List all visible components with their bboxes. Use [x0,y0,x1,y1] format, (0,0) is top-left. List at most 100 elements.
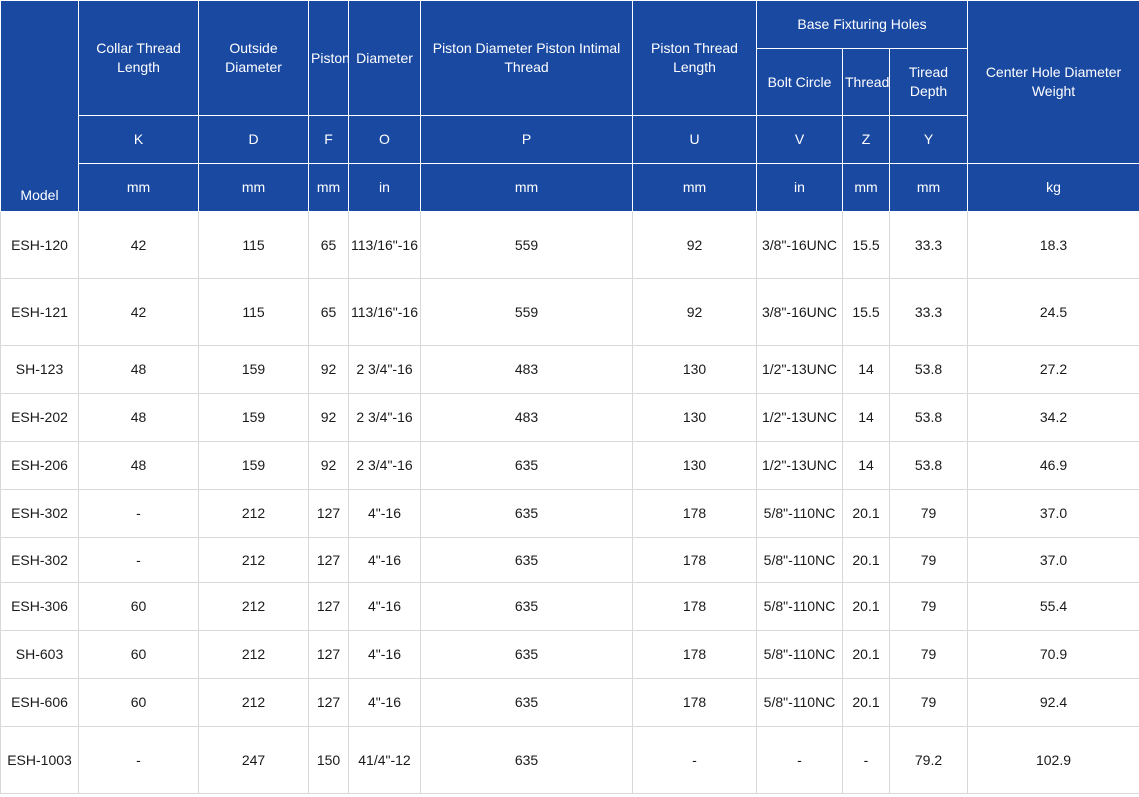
header-bolt-circle: Bolt Circle [756,48,843,116]
cell-piston-thread-length: 178 [632,489,757,538]
cell-center-hole-weight: 102.9 [967,726,1139,794]
header-outside-diameter: Outside Diameter [198,0,309,116]
cell-piston-thread-length: 130 [632,393,757,442]
cell-piston: 127 [308,630,349,679]
cell-piston-thread-length: 92 [632,211,757,279]
header-symbol: F [308,115,349,164]
header-model: Model [0,0,79,212]
cell-model: ESH-120 [0,211,79,279]
cell-center-hole-weight: 37.0 [967,537,1139,583]
header-unit: mm [888,163,969,212]
cell-collar-thread-length: 60 [78,582,199,631]
table-row: ESH-606 60 212 127 4"-16 635 178 5/8"-110NC 20.1… [0,678,1139,727]
cell-model: ESH-302 [0,489,79,538]
cell-center-hole-weight: 92.4 [967,678,1139,727]
header-unit: in [756,163,843,212]
header-symbol: D [198,115,309,164]
cell-diameter: 4"-16 [348,630,421,679]
cell-piston: 150 [308,726,349,794]
cell-model: ESH-606 [0,678,79,727]
cell-piston-thread-length: 178 [632,678,757,727]
cell-outside-diameter: 212 [198,582,309,631]
cell-piston-intimal-thread: 635 [420,630,633,679]
cell-outside-diameter: 159 [198,441,309,490]
cell-piston-thread-length: 92 [632,278,757,346]
table-row: ESH-1003-247 150 41/4"-12 635- - -79.2 102.9 [0,726,1139,794]
cell-bolt-circle: 1/2"-13UNC [756,393,843,442]
header-symbol: Z [842,115,890,164]
cell-outside-diameter: 159 [198,345,309,394]
cell-piston-thread-length: 130 [632,345,757,394]
cell-bolt-circle: 1/2"-13UNC [756,345,843,394]
cell-piston: 92 [308,441,349,490]
cell-outside-diameter: 115 [198,211,309,279]
cell-model: ESH-306 [0,582,79,631]
cell-outside-diameter: 247 [198,726,309,794]
cell-model: ESH-121 [0,278,79,346]
cell-tiread-depth: 53.8 [888,441,969,490]
cell-bolt-circle: 5/8"-110NC [756,489,843,538]
cell-piston-intimal-thread: 635 [420,489,633,538]
cell-thread: 14 [842,345,890,394]
header-unit: mm [78,163,199,212]
header-unit: mm [632,163,757,212]
cell-thread: 15.5 [842,278,890,346]
table-row: ESH-306 60 212 127 4"-16 635 178 5/8"-110NC 20.1… [0,582,1139,631]
header-base-fixturing-holes: Base Fixturing Holes [755,0,969,49]
cell-piston-intimal-thread: 635 [420,678,633,727]
cell-thread: 14 [842,441,890,490]
cell-diameter: 41/4"-12 [348,726,421,794]
header-symbol: Y [888,115,969,164]
cell-diameter: 4"-16 [348,489,421,538]
cell-bolt-circle: - [756,726,843,794]
table-body: ESH-120 42 115 65 113/16"-16 559 92 3/8"-16UNC 1… [0,211,1139,794]
cell-tiread-depth: 53.8 [888,393,969,442]
spec-table: Model Collar Thread Length Outside Diame… [0,0,1139,794]
table-row: ESH-120 42 115 65 113/16"-16 559 92 3/8"-16UNC 1… [0,211,1139,279]
cell-bolt-circle: 5/8"-110NC [756,582,843,631]
header-unit: mm [198,163,309,212]
cell-thread: 20.1 [842,582,890,631]
table-row: ESH-121 42 115 65 113/16"-16 559 92 3/8"-16UNC 1… [0,278,1139,346]
cell-tiread-depth: 79 [888,678,969,727]
cell-tiread-depth: 33.3 [888,211,969,279]
header-thread: Thread [842,48,890,116]
cell-model: SH-603 [0,630,79,679]
header-symbol: P [420,115,633,164]
cell-diameter: 2 3/4"-16 [348,345,421,394]
header-piston: Piston [308,0,349,116]
header-diameter: Diameter [348,0,421,116]
header-piston-thread-length: Piston Thread Length [632,0,757,116]
table-row: ESH-202 48 159 92 2 3/4"-16 483 130 1/2"-13UNC 1… [0,393,1139,442]
cell-collar-thread-length: - [78,537,199,583]
cell-piston-intimal-thread: 635 [420,537,633,583]
cell-collar-thread-length: 60 [78,678,199,727]
cell-diameter: 2 3/4"-16 [348,393,421,442]
cell-center-hole-weight: 37.0 [967,489,1139,538]
cell-piston-thread-length: 178 [632,582,757,631]
cell-thread: 14 [842,393,890,442]
header-center-hole-weight: Center Hole Diameter Weight [967,0,1139,164]
cell-outside-diameter: 212 [198,489,309,538]
header-symbol: K [78,115,199,164]
cell-outside-diameter: 212 [198,678,309,727]
cell-outside-diameter: 212 [198,630,309,679]
cell-model: SH-123 [0,345,79,394]
cell-piston: 65 [308,211,349,279]
cell-tiread-depth: 33.3 [888,278,969,346]
cell-piston-thread-length: 178 [632,537,757,583]
cell-tiread-depth: 79 [888,582,969,631]
cell-bolt-circle: 5/8"-110NC [756,678,843,727]
cell-piston: 127 [308,582,349,631]
cell-bolt-circle: 5/8"-110NC [756,537,843,583]
cell-piston: 127 [308,537,349,583]
cell-tiread-depth: 79.2 [888,726,969,794]
cell-thread: 15.5 [842,211,890,279]
header-unit: mm [420,163,633,212]
cell-thread: 20.1 [842,678,890,727]
cell-center-hole-weight: 24.5 [967,278,1139,346]
table-row: ESH-302-212 127 4"-16 635 178 5/8"-110NC 20.1 7… [0,537,1139,583]
header-symbol: O [348,115,421,164]
cell-bolt-circle: 3/8"-16UNC [756,211,843,279]
cell-piston: 65 [308,278,349,346]
